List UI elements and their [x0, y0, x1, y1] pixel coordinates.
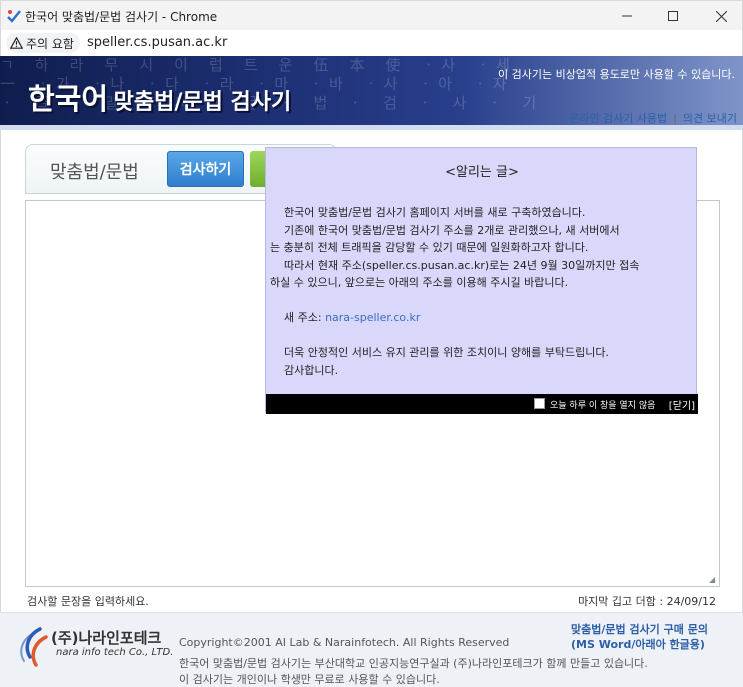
footer-credit-line: 한국어 맞춤법/문법 검사기는 부산대학교 인공지능연구실과 (주)나라인포테크…: [179, 657, 648, 670]
window-title: 한국어 맞춤법/문법 검사기 - Chrome: [25, 10, 218, 24]
security-warning-chip[interactable]: 주의 요함: [6, 33, 80, 53]
last-updated: 마지막 깁고 더함 : 24/09/12: [578, 595, 716, 608]
security-warning-label: 주의 요함: [26, 36, 74, 51]
noncommercial-notice: 이 검사기는 비상업적 용도로만 사용할 수 있습니다.: [498, 68, 735, 81]
link-separator: |: [673, 112, 677, 125]
minimize-icon: [622, 15, 632, 17]
minimize-button[interactable]: [604, 1, 650, 31]
popup-close-link[interactable]: [닫기]: [669, 397, 695, 412]
address-bar: 주의 요함 speller.cs.pusan.ac.kr: [0, 30, 743, 56]
popup-title: <알리는 글>: [445, 165, 519, 180]
check-button[interactable]: 검사하기: [167, 151, 244, 187]
copyright-text: Copyright©2001 AI Lab & Narainfotech. Al…: [179, 636, 510, 649]
popup-line: 기존에 한국어 맞춤법/문법 검사기 주소를 2개로 관리했으나, 새 서버에서: [284, 223, 620, 237]
tab-spelling-grammar[interactable]: 맞춤법/문법: [50, 158, 139, 184]
new-address-link[interactable]: nara-speller.co.kr: [325, 311, 420, 324]
purchase-line2: (MS Word/아래아 한글용): [571, 638, 705, 651]
popup-line: 따라서 현재 주소(speller.cs.pusan.ac.kr)로는 24년 …: [284, 258, 640, 272]
feedback-link[interactable]: 의견 보내기: [683, 112, 737, 125]
popup-thanks-line: 감사합니다.: [284, 363, 339, 377]
company-name-en: nara info tech Co., LTD.: [56, 647, 174, 658]
maximize-icon: [668, 11, 678, 21]
spellcheck-app-icon: [7, 10, 21, 23]
site-title-main: 한국어: [28, 82, 109, 116]
popup-line: 는 충분히 전체 트래픽을 감당할 수 있기 때문에 일원화하고자 합니다.: [270, 241, 589, 254]
maximize-button[interactable]: [650, 1, 696, 31]
header-links: 온라인 검사기 사용법 | 의견 보내기: [569, 110, 737, 126]
dont-show-today-checkbox[interactable]: [534, 398, 545, 409]
warning-triangle-icon: [10, 37, 23, 49]
window-titlebar: 한국어 맞춤법/문법 검사기 - Chrome: [0, 0, 743, 30]
new-address-label: 새 주소:: [284, 311, 326, 324]
dont-show-today-label[interactable]: 오늘 하루 이 창을 열지 않음: [550, 398, 655, 411]
purchase-line1: 맞춤법/문법 검사기 구매 문의: [571, 623, 708, 636]
url-text[interactable]: speller.cs.pusan.ac.kr: [87, 35, 227, 50]
popup-closing-line: 더욱 안정적인 서비스 유지 관리를 위한 조치이니 양해를 부탁드립니다.: [284, 346, 609, 359]
popup-body: 한국어 맞춤법/문법 검사기 홈페이지 서버를 새로 구축하였습니다. 기존에 …: [270, 204, 695, 379]
footer-usage-line: 이 검사기는 개인이나 학생만 무료로 사용할 수 있습니다.: [179, 673, 440, 686]
company-logo[interactable]: (주)나라인포테크 nara info tech Co., LTD.: [18, 627, 173, 671]
usage-guide-link[interactable]: 온라인 검사기 사용법: [569, 112, 667, 125]
site-title-sub: 맞춤법/문법 검사기: [113, 90, 292, 115]
close-icon: [715, 10, 727, 22]
resize-grip-icon[interactable]: ◢: [709, 576, 717, 584]
popup-line: 하실 수 있으니, 앞으로는 아래의 주소를 이용해 주시길 바랍니다.: [270, 276, 569, 289]
input-hint: 검사할 문장을 입력하세요.: [27, 595, 149, 608]
new-address-row: 새 주소: nara-speller.co.kr: [270, 309, 695, 327]
company-logo-icon: [20, 627, 48, 667]
purchase-inquiry-link[interactable]: 맞춤법/문법 검사기 구매 문의 (MS Word/아래아 한글용): [571, 622, 721, 652]
company-name-ko: (주)나라인포테크: [51, 629, 162, 647]
site-logo-title[interactable]: 한국어 맞춤법/문법 검사기: [28, 76, 291, 118]
popup-footer-bar: 오늘 하루 이 창을 열지 않음 [닫기]: [266, 394, 698, 414]
notice-popup: <알리는 글> 한국어 맞춤법/문법 검사기 홈페이지 서버를 새로 구축하였습…: [265, 147, 698, 414]
close-window-button[interactable]: [698, 1, 743, 31]
popup-line: 한국어 맞춤법/문법 검사기 홈페이지 서버를 새로 구축하였습니다.: [284, 206, 586, 219]
